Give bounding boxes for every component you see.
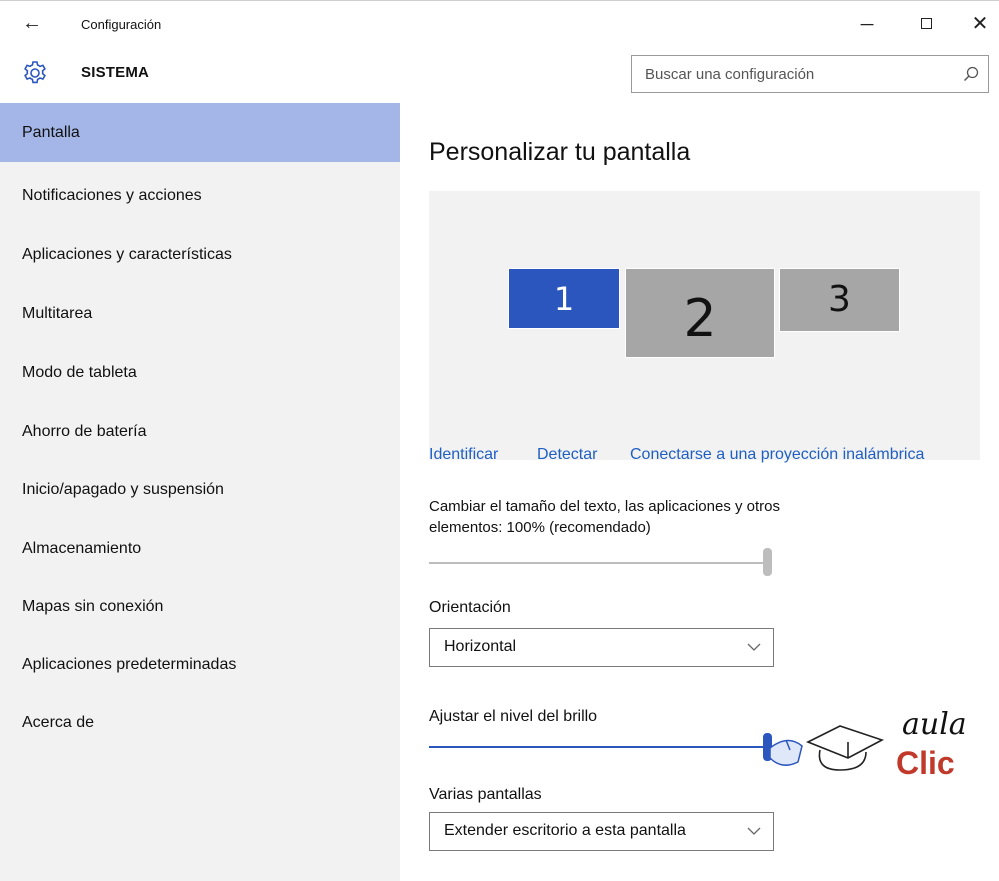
multi-display-value: Extender escritorio a esta pantalla [444, 822, 686, 839]
scale-label-line1: Cambiar el tamaño del texto, las aplicac… [429, 498, 781, 515]
monitor-1[interactable]: 1 [508, 268, 620, 329]
chevron-down-icon [747, 643, 761, 651]
page-title: Personalizar tu pantalla [429, 138, 691, 166]
logo-text-clic: Clic [896, 745, 955, 780]
wireless-projection-link[interactable]: Conectarse a una proyección inalámbrica [630, 446, 924, 464]
scale-slider-track[interactable] [429, 562, 767, 564]
sidebar-item-almacenamiento[interactable]: Almacenamiento [0, 519, 400, 578]
orientation-label: Orientación [429, 599, 511, 616]
sidebar-item-mapas[interactable]: Mapas sin conexión [0, 577, 400, 636]
logo-text-aula: aula [902, 707, 967, 742]
sidebar-item-inicio-apagado[interactable]: Inicio/apagado y suspensión [0, 460, 400, 519]
aulaclic-logo: aula Clic [770, 707, 967, 780]
search-input[interactable] [632, 56, 952, 92]
display-arrangement: 1 2 3 [429, 191, 980, 460]
maximize-button[interactable] [911, 11, 941, 37]
sidebar-item-multitarea[interactable]: Multitarea [0, 284, 400, 343]
sidebar-item-acerca-de[interactable]: Acerca de [0, 693, 400, 752]
sidebar-item-pantalla[interactable]: Pantalla [0, 103, 400, 162]
window-title: Configuración [81, 17, 162, 32]
identify-link[interactable]: Identificar [429, 446, 498, 464]
sidebar-item-aplicaciones[interactable]: Aplicaciones y características [0, 225, 400, 284]
sidebar-item-ahorro-bateria[interactable]: Ahorro de batería [0, 402, 400, 461]
monitor-2[interactable]: 2 [625, 268, 775, 358]
sidebar-item-notificaciones[interactable]: Notificaciones y acciones [0, 166, 400, 225]
multi-display-label: Varias pantallas [429, 786, 542, 803]
orientation-value: Horizontal [444, 638, 517, 655]
graduation-cap-icon [806, 725, 885, 771]
title-bar: ← Configuración ─ ✕ [0, 0, 999, 46]
search-box[interactable] [631, 55, 989, 93]
chevron-down-icon [747, 827, 761, 835]
monitor-3[interactable]: 3 [779, 268, 900, 332]
minimize-button[interactable]: ─ [852, 11, 882, 37]
scale-label-line2: elementos: 100% (recomendado) [429, 519, 651, 536]
mouse-icon [770, 739, 803, 766]
section-title: SISTEMA [81, 64, 150, 81]
close-button[interactable]: ✕ [965, 11, 995, 37]
scale-slider-thumb[interactable] [763, 548, 772, 576]
orientation-dropdown[interactable]: Horizontal [429, 628, 774, 667]
detect-link[interactable]: Detectar [537, 446, 597, 464]
sidebar-item-apps-predeterminadas[interactable]: Aplicaciones predeterminadas [0, 635, 400, 694]
search-icon[interactable] [962, 65, 980, 83]
brightness-slider-track[interactable] [429, 746, 767, 748]
multi-display-dropdown[interactable]: Extender escritorio a esta pantalla [429, 812, 774, 851]
maximize-icon [920, 18, 932, 30]
sidebar-item-modo-tableta[interactable]: Modo de tableta [0, 343, 400, 402]
gear-icon [24, 61, 46, 84]
back-arrow-icon[interactable]: ← [22, 11, 46, 35]
brightness-label: Ajustar el nivel del brillo [429, 708, 598, 725]
sidebar: Pantalla Notificaciones y acciones Aplic… [0, 103, 400, 881]
